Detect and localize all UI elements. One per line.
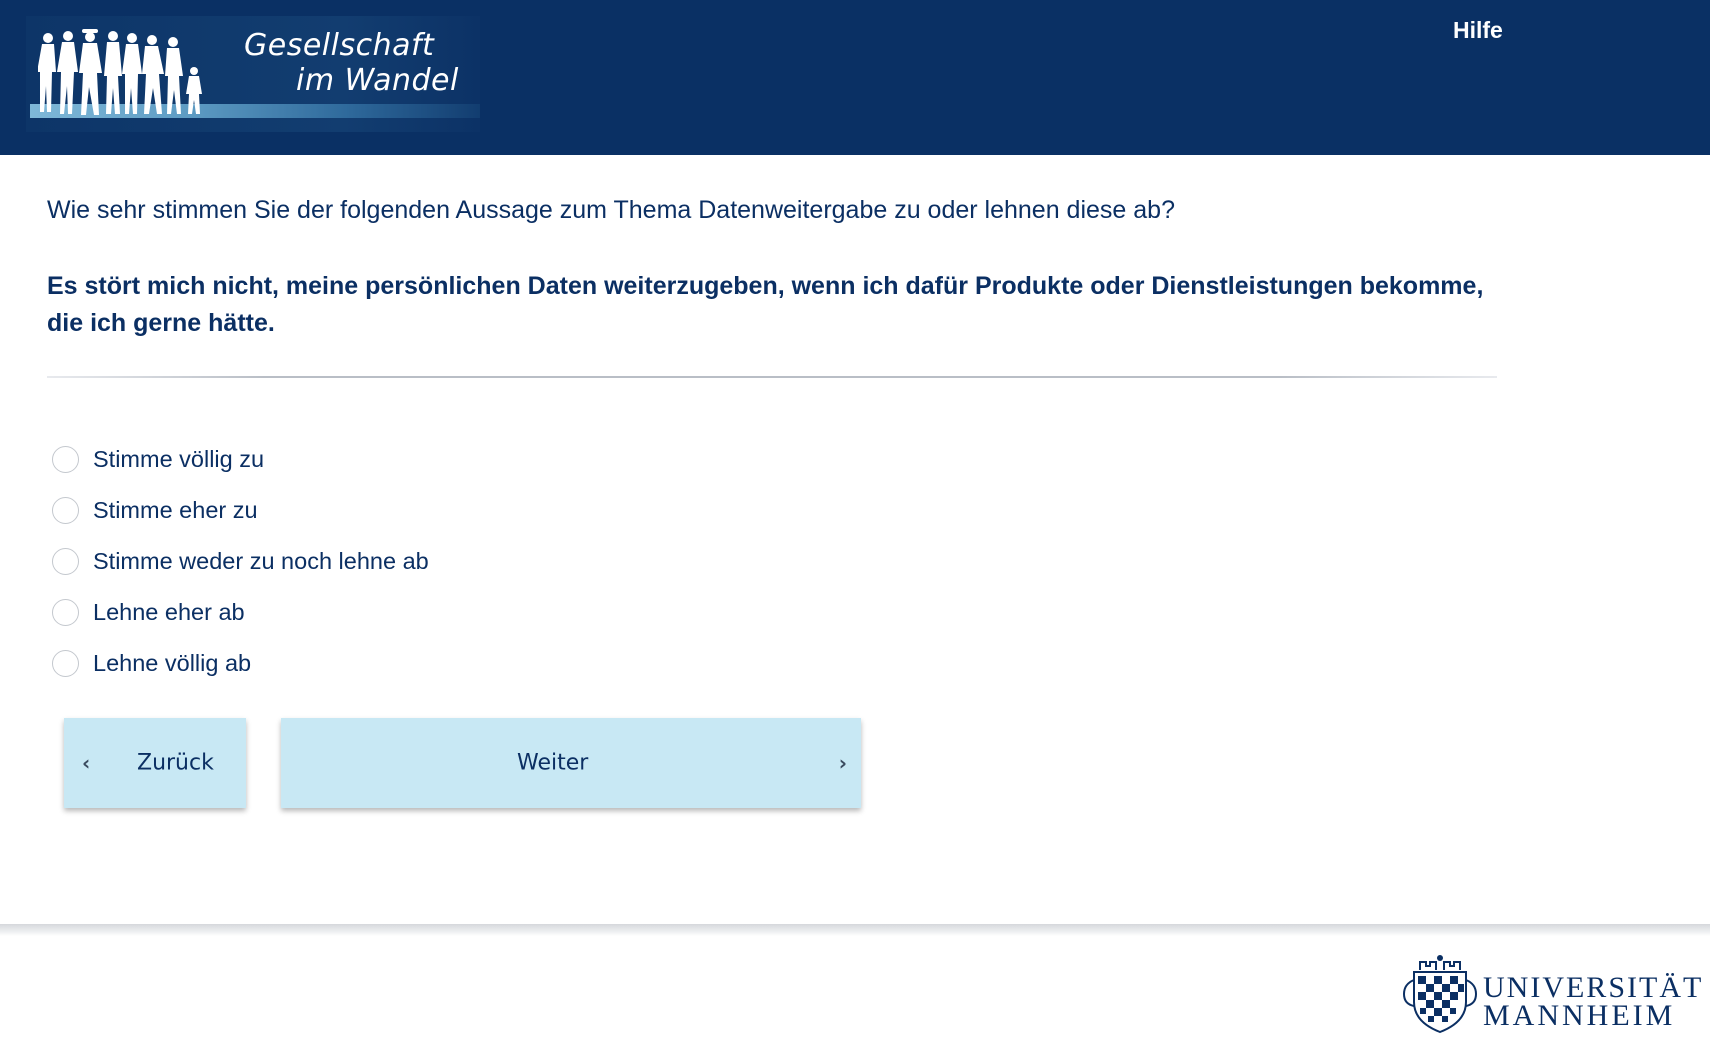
question-text: Wie sehr stimmen Sie der folgenden Aussa… [47,196,1175,224]
radio-button[interactable] [52,599,79,626]
option-lehne-voellig-ab[interactable]: Lehne völlig ab [52,638,429,689]
back-button-label: Zurück [137,750,214,776]
logo-text-line2: im Wandel [296,63,459,98]
option-label[interactable]: Stimme eher zu [93,497,258,524]
radio-button[interactable] [52,497,79,524]
option-label[interactable]: Stimme weder zu noch lehne ab [93,548,429,575]
radio-button[interactable] [52,650,79,677]
back-button[interactable]: ‹ Zurück [64,718,246,808]
gesellschaft-im-wandel-logo: Gesellschaft im Wandel [26,16,480,132]
option-label[interactable]: Lehne völlig ab [93,650,251,677]
people-silhouettes-icon [38,29,202,115]
help-link[interactable]: Hilfe [1453,17,1503,44]
university-name-line2: MANNHEIM [1483,999,1676,1032]
university-crest-icon [1402,955,1478,1034]
footer-separator [0,924,1710,936]
option-lehne-eher-ab[interactable]: Lehne eher ab [52,587,429,638]
header-bar: Gesellschaft im Wandel Hilfe [0,0,1710,155]
answer-options: Stimme völlig zu Stimme eher zu Stimme w… [52,434,429,689]
option-label[interactable]: Stimme völlig zu [93,446,264,473]
next-button-label: Weiter [517,750,589,776]
logo-text-line1: Gesellschaft [244,28,435,63]
university-mannheim-logo: UNIVERSITÄT MANNHEIM [1400,950,1705,1036]
option-label[interactable]: Lehne eher ab [93,599,245,626]
next-button[interactable]: Weiter › [281,718,861,808]
radio-button[interactable] [52,548,79,575]
option-stimme-voellig-zu[interactable]: Stimme völlig zu [52,434,429,485]
option-stimme-weder-zu-noch-lehne-ab[interactable]: Stimme weder zu noch lehne ab [52,536,429,587]
radio-button[interactable] [52,446,79,473]
chevron-right-icon: › [838,751,847,775]
option-stimme-eher-zu[interactable]: Stimme eher zu [52,485,429,536]
statement-text: Es stört mich nicht, meine persönlichen … [47,272,1484,337]
divider [47,376,1497,378]
chevron-left-icon: ‹ [82,751,91,775]
